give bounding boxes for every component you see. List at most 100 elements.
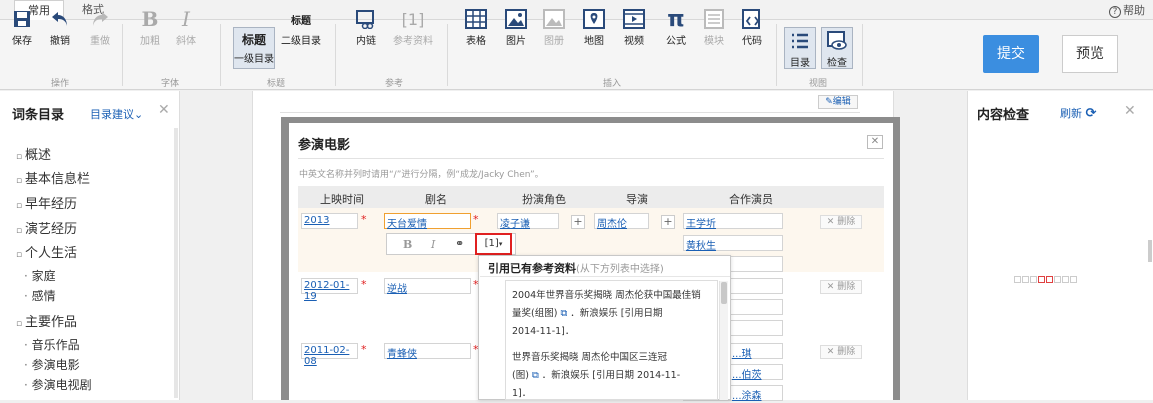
column-header: 合作演员 — [729, 193, 773, 206]
map-button[interactable]: 地图 — [578, 6, 610, 47]
reference-item[interactable]: 世界音乐奖揭晓 周杰伦中国区三连冠 (图) ⧉ ．新浪娱乐 [引用日期 2014… — [512, 349, 712, 403]
table-header — [298, 186, 884, 208]
close-icon[interactable]: ✕ — [1124, 103, 1136, 119]
preview-button[interactable]: 预览 — [1062, 35, 1118, 73]
pencil-icon: ✎ — [825, 97, 833, 107]
video-button[interactable]: 视频 — [618, 6, 650, 47]
toolbar-divider — [447, 24, 448, 86]
code-icon — [736, 6, 768, 32]
table-button[interactable]: 表格 — [460, 6, 492, 47]
heading1-button[interactable]: 标题 一级目录 — [233, 27, 275, 69]
refresh-button[interactable]: 刷新 ⟳ — [1060, 105, 1096, 121]
toolbar-divider — [220, 24, 221, 86]
code-button[interactable]: 代码 — [736, 6, 768, 47]
edit-button[interactable]: ✎编辑 — [818, 95, 858, 109]
sidebar-scrollbar[interactable] — [174, 128, 178, 398]
caret-down-icon: ▾ — [498, 240, 503, 248]
scrollbar-thumb[interactable] — [721, 282, 727, 304]
director-field[interactable]: 周杰伦 — [594, 213, 649, 230]
toc-item[interactable]: ▫ 概述 — [16, 144, 51, 163]
bold-icon[interactable]: B — [403, 238, 412, 251]
album-button[interactable]: 图册 — [538, 6, 570, 47]
toc-suggest-dropdown[interactable]: 目录建议⌄ — [90, 106, 143, 122]
panel-title: 内容检查 — [977, 108, 1030, 123]
toc-icon — [785, 28, 815, 54]
title-field[interactable]: 逆战 — [384, 278, 471, 295]
save-icon — [6, 6, 38, 32]
date-field[interactable]: 2012-01-19 — [301, 278, 358, 302]
bold-button[interactable]: B 加粗 — [134, 6, 166, 47]
check-button[interactable]: 检查 — [821, 27, 853, 69]
reference-button[interactable]: [1] 参考资料 — [390, 6, 436, 48]
delete-row-button[interactable]: ✕ 删除 — [820, 215, 862, 229]
album-icon — [538, 6, 570, 32]
title-field[interactable]: 天台爱情 — [384, 213, 471, 230]
italic-button[interactable]: I 斜体 — [170, 6, 202, 47]
add-director-button[interactable]: + — [661, 215, 675, 229]
table-icon — [460, 6, 492, 32]
image-icon — [500, 6, 532, 32]
group-label-reference: 参考 — [384, 79, 403, 89]
column-header: 剧名 — [425, 193, 447, 206]
external-link-icon[interactable]: ⧉ — [532, 370, 539, 381]
toc-item[interactable]: ▫ 演艺经历 — [16, 218, 77, 237]
close-icon[interactable]: ✕ — [158, 102, 170, 118]
date-field[interactable]: 2011-02-08 — [301, 343, 358, 367]
role-field[interactable]: 凌子谦 — [497, 213, 559, 230]
insert-reference-button[interactable]: [1]▾ — [475, 233, 512, 255]
group-label-font: 字体 — [160, 79, 179, 89]
toolbar-divider — [862, 24, 863, 86]
heading2-button[interactable]: 标题 二级目录 — [279, 6, 323, 48]
toc-subitem[interactable]: · 参演电影 — [24, 356, 80, 373]
group-label-operation: 操作 — [50, 79, 69, 89]
undo-button[interactable]: 撤销 — [44, 6, 76, 47]
image-button[interactable]: 图片 — [500, 6, 532, 47]
required-mark: * — [473, 213, 479, 226]
delete-row-button[interactable]: ✕ 删除 — [820, 345, 862, 359]
toc-item[interactable]: ▫ 个人生活 — [16, 242, 77, 261]
delete-row-button[interactable]: ✕ 删除 — [820, 280, 862, 294]
pi-icon: π — [667, 6, 685, 32]
italic-icon: I — [182, 7, 190, 31]
close-icon: ✕ — [826, 217, 838, 227]
map-icon — [578, 6, 610, 32]
redo-button[interactable]: 重做 — [84, 6, 116, 47]
help-link[interactable]: ? 帮助 — [1109, 2, 1145, 18]
actor-field[interactable]: 王学圻 — [683, 213, 783, 230]
toc-button[interactable]: 目录 — [784, 27, 816, 69]
module-button[interactable]: 模块 — [698, 6, 730, 47]
chevron-down-icon: ⌄ — [134, 108, 144, 121]
italic-icon[interactable]: I — [431, 238, 435, 251]
column-header: 导演 — [626, 193, 648, 206]
toc-subitem[interactable]: · 参演电视剧 — [24, 376, 92, 393]
formula-button[interactable]: π 公式 — [660, 6, 692, 48]
group-label-view: 视图 — [808, 79, 827, 89]
group-label-title: 标题 — [266, 79, 285, 89]
toc-item[interactable]: ▫ 基本信息栏 — [16, 168, 90, 187]
toc-item[interactable]: ▫ 主要作品 — [16, 311, 77, 330]
sidebar-title: 词条目录 — [12, 108, 65, 123]
loading-indicator — [1014, 276, 1077, 283]
group-label-insert: 插入 — [602, 79, 621, 89]
inner-link-button[interactable]: 内链 — [350, 6, 382, 47]
reference-item[interactable]: 2004年世界音乐奖揭晓 周杰伦获中国最佳销 量奖(组图) ⧉ ．新浪娱乐 [引… — [512, 287, 712, 341]
link-icon[interactable]: ⚭ — [455, 237, 464, 250]
toc-subitem[interactable]: · 感情 — [24, 287, 56, 304]
undo-icon — [44, 6, 76, 32]
toc-subitem[interactable]: · 家庭 — [24, 267, 56, 284]
close-icon: ✕ — [826, 282, 838, 292]
actor-field[interactable]: 黄秋生 — [683, 235, 783, 252]
toc-subitem[interactable]: · 音乐作品 — [24, 336, 80, 353]
close-icon: ✕ — [826, 347, 838, 357]
close-icon[interactable]: ✕ — [867, 135, 883, 149]
toc-item[interactable]: ▫ 早年经历 — [16, 193, 77, 212]
panel-scrollbar[interactable] — [1148, 240, 1152, 262]
help-icon: ? — [1109, 6, 1121, 18]
external-link-icon[interactable]: ⧉ — [560, 308, 567, 319]
submit-button[interactable]: 提交 — [983, 35, 1039, 73]
title-field[interactable]: 青蜂侠 — [384, 343, 471, 360]
date-field[interactable]: 2013 — [301, 213, 358, 229]
bold-icon: B — [141, 7, 159, 31]
add-role-button[interactable]: + — [571, 215, 585, 229]
save-button[interactable]: 保存 — [6, 6, 38, 47]
